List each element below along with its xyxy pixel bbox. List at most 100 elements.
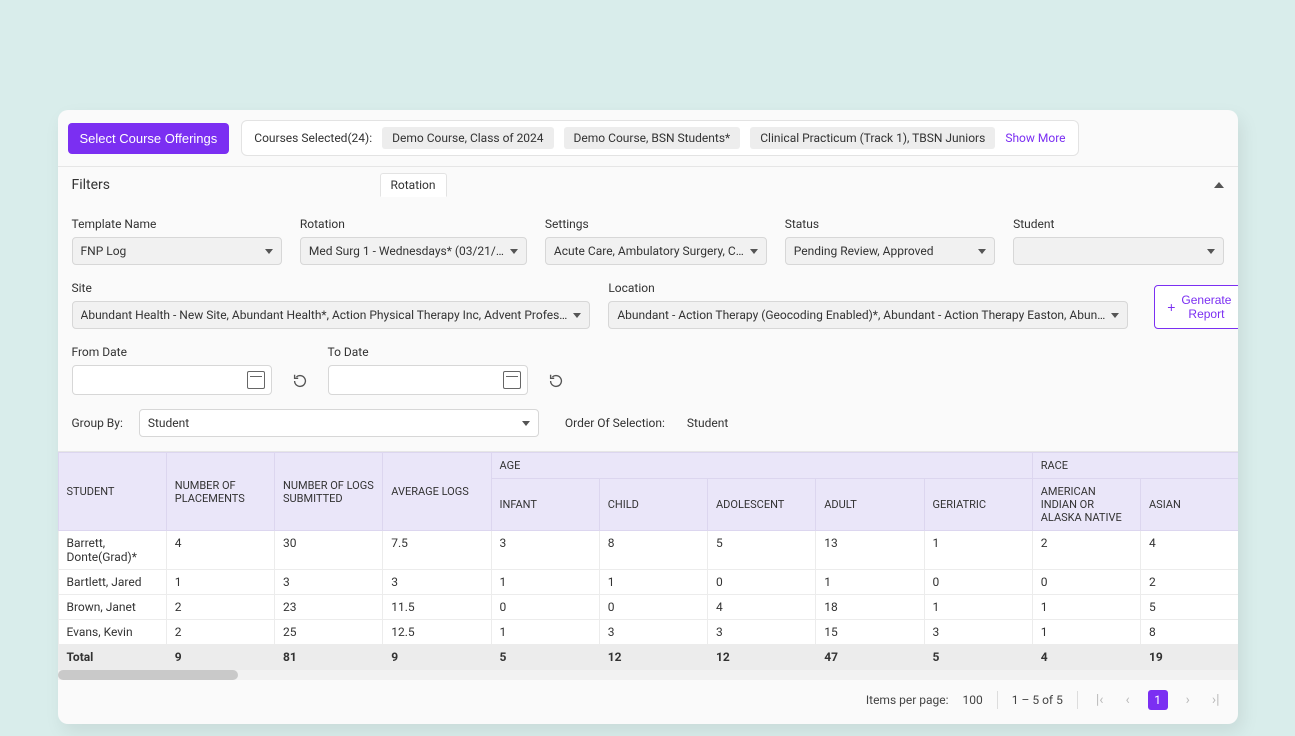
cell: 3 [924,620,1032,645]
show-more-link[interactable]: Show More [1005,131,1065,145]
cell: 30 [275,531,383,570]
next-page-button[interactable]: › [1182,692,1194,708]
location-select[interactable]: Abundant - Action Therapy (Geocoding Ena… [608,301,1128,329]
settings-select[interactable]: Acute Care, Ambulatory Surgery, C… [545,237,767,265]
cell: 0 [924,570,1032,595]
col-child[interactable]: CHILD [599,479,707,531]
filter-label: Site [72,281,591,295]
to-date-filter: To Date [328,345,528,395]
col-infant[interactable]: INFANT [491,479,599,531]
col-adolescent[interactable]: ADOLESCENT [708,479,816,531]
status-filter: Status Pending Review, Approved [785,217,995,265]
course-chip[interactable]: Demo Course, Class of 2024 [382,127,553,149]
col-avg[interactable]: AVERAGE LOGS [383,453,491,531]
cell: 0 [1032,570,1140,595]
status-select[interactable]: Pending Review, Approved [785,237,995,265]
rotation-tab[interactable]: Rotation [380,173,447,197]
cell: 0 [599,595,707,620]
horizontal-scrollbar[interactable] [58,670,1238,680]
to-date-input[interactable] [328,365,528,395]
col-adult[interactable]: ADULT [816,479,924,531]
report-table: STUDENT NUMBER OF PLACEMENTS NUMBER OF L… [58,452,1238,670]
cell: 1 [491,620,599,645]
table-row: Barrett, Donte(Grad)* 4 30 7.5 3 8 5 13 … [58,531,1238,570]
app-card: Select Course Offerings Courses Selected… [58,110,1238,724]
from-date-input[interactable] [72,365,272,395]
col-placements[interactable]: NUMBER OF PLACEMENTS [166,453,274,531]
from-date-filter: From Date [72,345,272,395]
col-logs[interactable]: NUMBER OF LOGS SUBMITTED [275,453,383,531]
cell: 1 [166,570,274,595]
cell: 8 [1141,620,1238,645]
reset-to-date-icon[interactable] [546,371,566,391]
settings-filter: Settings Acute Care, Ambulatory Surgery,… [545,217,767,265]
cell: 13 [816,531,924,570]
items-per-page-label: Items per page: [866,693,949,707]
cell: 1 [816,570,924,595]
cell: 7.5 [383,531,491,570]
cell: 4 [1032,645,1140,670]
cell: 4 [708,595,816,620]
cell: 3 [599,620,707,645]
chevron-down-icon [510,249,518,254]
chevron-down-icon [1207,249,1215,254]
student-filter: Student [1013,217,1223,265]
cell: 5 [491,645,599,670]
reset-from-date-icon[interactable] [290,371,310,391]
rotation-select[interactable]: Med Surg 1 - Wednesdays* (03/21/… [300,237,527,265]
cell: 3 [383,570,491,595]
chevron-down-icon [1111,313,1119,318]
cell: 11.5 [383,595,491,620]
cell: 0 [708,570,816,595]
cell-student: Bartlett, Jared [58,570,166,595]
report-table-wrap[interactable]: STUDENT NUMBER OF PLACEMENTS NUMBER OF L… [58,452,1238,670]
cell: 2 [166,595,274,620]
cell: 1 [1032,620,1140,645]
col-student[interactable]: STUDENT [58,453,166,531]
last-page-button[interactable]: ›| [1208,692,1224,708]
group-by-select[interactable]: Student [139,409,539,437]
cell-student: Brown, Janet [58,595,166,620]
cell: 1 [491,570,599,595]
filter-label: Status [785,217,995,231]
col-american-indian[interactable]: AMERICAN INDIAN OR ALASKA NATIVE [1032,479,1140,531]
page-range: 1 – 5 of 5 [1012,693,1063,707]
prev-page-button[interactable]: ‹ [1121,692,1133,708]
course-chip[interactable]: Clinical Practicum (Track 1), TBSN Junio… [750,127,995,149]
table-row: Evans, Kevin 2 25 12.5 1 3 3 15 3 1 8 4 [58,620,1238,645]
select-course-offerings-button[interactable]: Select Course Offerings [68,123,230,154]
filter-label: Rotation [300,217,527,231]
site-select[interactable]: Abundant Health - New Site, Abundant Hea… [72,301,591,329]
student-select[interactable] [1013,237,1223,265]
filter-label: Settings [545,217,767,231]
filters-title: Filters [72,177,111,193]
cell: 23 [275,595,383,620]
colgroup-age: AGE [491,453,1032,479]
cell: 12 [599,645,707,670]
cell: 1 [1032,595,1140,620]
first-page-button[interactable]: |‹ [1092,692,1108,708]
cell: 2 [1141,570,1238,595]
cell: 5 [708,531,816,570]
col-geriatric[interactable]: GERIATRIC [924,479,1032,531]
plus-icon: + [1167,300,1175,314]
scrollbar-thumb[interactable] [58,670,238,680]
table-total-row: Total 9 81 9 5 12 12 47 5 4 19 12 [58,645,1238,670]
cell: 19 [1141,645,1238,670]
template-name-select[interactable]: FNP Log [72,237,282,265]
chevron-down-icon [522,421,530,426]
chevron-down-icon [265,249,273,254]
items-per-page-value[interactable]: 100 [963,693,983,707]
cell: 9 [166,645,274,670]
cell-student: Barrett, Donte(Grad)* [58,531,166,570]
filter-label: To Date [328,345,528,359]
courses-selected-bar: Courses Selected(24): Demo Course, Class… [241,120,1078,156]
current-page-badge[interactable]: 1 [1148,690,1168,710]
cell: 4 [166,531,274,570]
course-chip[interactable]: Demo Course, BSN Students* [564,127,741,149]
col-asian[interactable]: ASIAN [1141,479,1238,531]
cell: 2 [1032,531,1140,570]
collapse-icon[interactable] [1214,182,1224,188]
filter-label: From Date [72,345,272,359]
generate-report-button[interactable]: + Generate Report [1154,285,1237,329]
